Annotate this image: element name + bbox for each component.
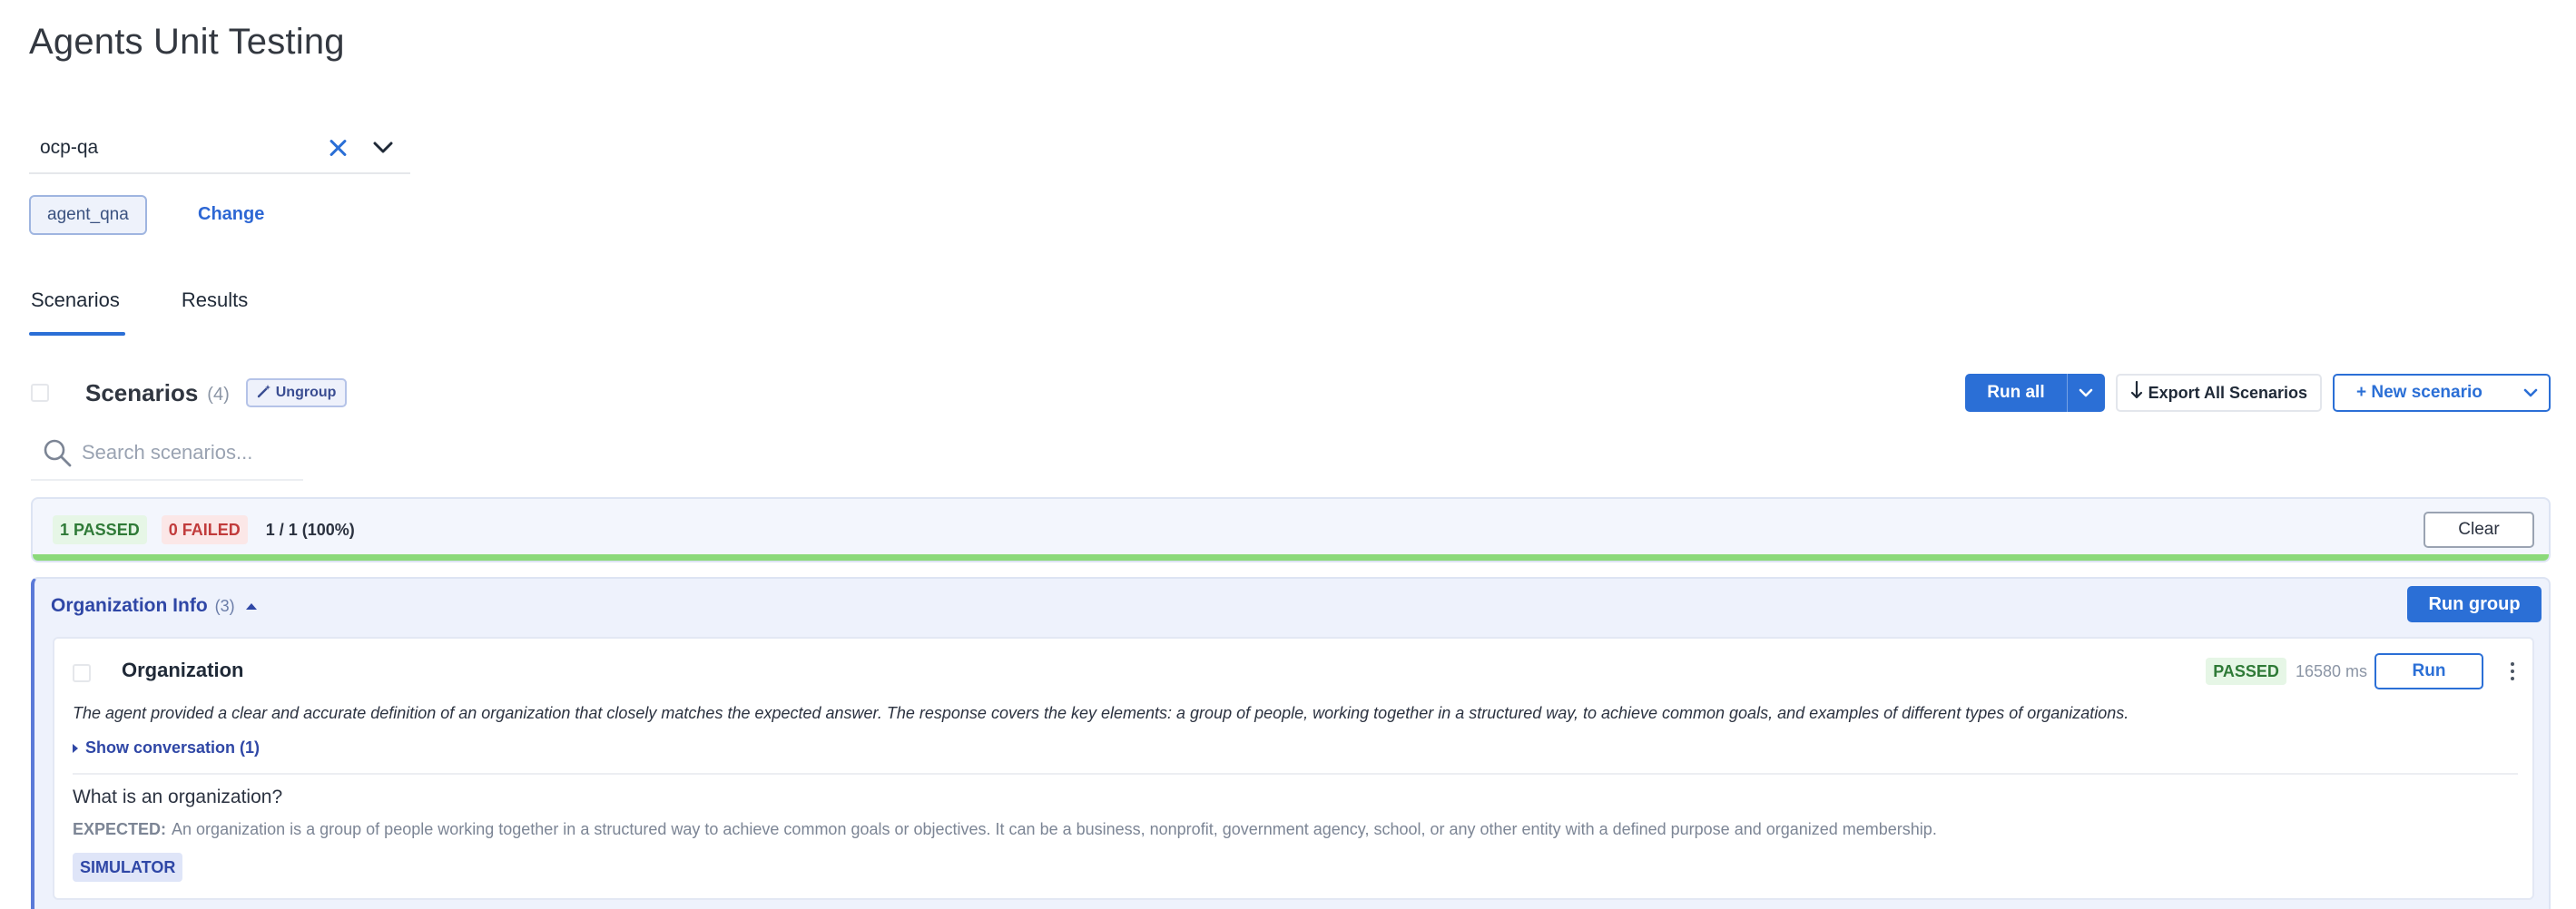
simulator-badge: SIMULATOR [73,853,183,882]
group-name: Organization Info [51,595,208,616]
ungroup-button[interactable]: Ungroup [245,378,348,407]
scenario-card: Organization PASSED 16580 ms Run The age… [53,637,2534,900]
expected-label: EXPECTED: [73,820,167,838]
scenario-group: Organization Info (3) Run group Organiza… [31,577,2551,909]
pass-ratio: 1 / 1 (100%) [265,520,355,539]
export-label: Export All Scenarios [2148,383,2307,402]
tab-results[interactable]: Results [180,283,250,336]
scenarios-count: (4) [207,384,230,405]
tab-bar: Scenarios Results [29,283,308,336]
new-scenario-button[interactable]: + New scenario [2333,374,2551,412]
scenarios-header: Scenarios (4) Ungroup Run all Export All… [31,370,2551,415]
change-agent-link[interactable]: Change [198,204,264,225]
caret-up-icon[interactable] [245,602,257,610]
scenarios-title: Scenarios [85,378,199,406]
export-all-button[interactable]: Export All Scenarios [2115,374,2322,412]
chevron-down-icon[interactable] [370,135,396,161]
passed-count-badge: 1 PASSED [53,515,147,544]
expected-answer: EXPECTED: An organization is a group of p… [73,820,1937,839]
run-group-button[interactable]: Run group [2407,586,2542,622]
project-select-value: ocp-qa [40,137,99,158]
run-all-label: Run all [1987,383,2045,402]
chevron-down-icon[interactable] [2512,388,2549,397]
show-conversation-label: Show conversation (1) [85,738,261,757]
header-actions: Run all Export All Scenarios + New scena… [1965,374,2551,412]
kebab-menu-icon[interactable] [2502,658,2523,685]
chevron-down-icon[interactable] [2066,374,2105,412]
download-arrow-icon [2130,380,2143,406]
caret-right-icon [73,743,78,753]
project-select[interactable]: ocp-qa [29,123,410,174]
agent-chip[interactable]: agent_qna [29,195,147,235]
divider [73,773,2518,775]
run-scenario-button[interactable]: Run [2374,653,2483,689]
search-input[interactable] [82,441,290,464]
scenario-question: What is an organization? [73,787,283,807]
failed-count-badge: 0 FAILED [161,515,248,544]
expected-text: An organization is a group of people wor… [172,820,1937,838]
clear-results-button[interactable]: Clear [2424,512,2534,548]
scenario-actions: PASSED 16580 ms Run [2206,653,2523,689]
group-count: (3) [214,596,235,615]
scenario-duration: 16580 ms [2295,661,2367,680]
ungroup-label: Ungroup [275,385,337,400]
tab-scenarios[interactable]: Scenarios [29,283,125,336]
progress-bar [33,554,2549,561]
page-title: Agents Unit Testing [29,22,345,62]
results-summary: 1 PASSED 0 FAILED 1 / 1 (100%) Clear [31,497,2551,562]
evaluation-reasoning: The agent provided a clear and accurate … [73,704,2129,722]
group-header[interactable]: Organization Info (3) [51,595,257,617]
magic-wand-icon [257,384,271,403]
search-box [31,426,303,481]
search-icon [42,437,73,468]
run-all-button[interactable]: Run all [1965,374,2105,412]
new-scenario-label: + New scenario [2356,383,2483,402]
select-all-checkbox[interactable] [31,384,49,402]
scenario-title: Organization [122,659,244,681]
show-conversation-toggle[interactable]: Show conversation (1) [73,738,260,758]
close-icon[interactable] [325,135,350,161]
status-badge: PASSED [2206,658,2286,685]
scenario-checkbox[interactable] [73,664,91,682]
